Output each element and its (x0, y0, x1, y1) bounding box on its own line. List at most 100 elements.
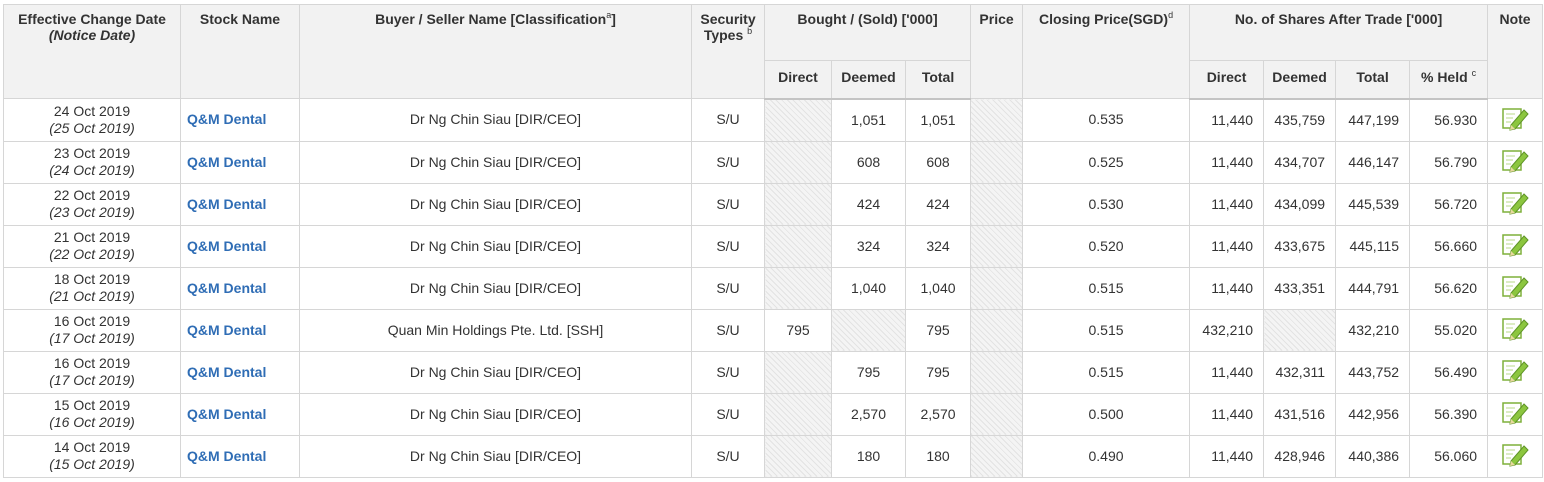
cell-security-type: S/U (691, 266, 765, 310)
cell-buyer-seller: Dr Ng Chin Siau [DIR/CEO] (299, 434, 692, 478)
cell-effective-date: 18 Oct 2019 (21 Oct 2019) (3, 266, 181, 310)
edit-pencil-icon[interactable] (1501, 146, 1529, 178)
cell-shares-deemed: 434,707 (1263, 140, 1337, 184)
header-stock-name[interactable]: Stock Name (180, 4, 300, 99)
cell-closing-price: 0.515 (1022, 350, 1191, 394)
cell-shares-deemed (1263, 308, 1337, 352)
cell-security-type: S/U (691, 224, 765, 268)
cell-closing-price: 0.500 (1022, 392, 1191, 436)
cell-effective-date: 15 Oct 2019 (16 Oct 2019) (3, 392, 181, 436)
cell-shares-direct: 11,440 (1189, 350, 1265, 394)
cell-bought-direct (764, 140, 832, 184)
cell-price (970, 392, 1024, 436)
cell-shares-direct: 11,440 (1189, 392, 1265, 436)
header-security-types[interactable]: Security Types b (691, 4, 765, 99)
stock-name-link[interactable]: Q&M Dental (180, 308, 300, 352)
stock-name-link[interactable]: Q&M Dental (180, 392, 300, 436)
edit-pencil-icon[interactable] (1501, 230, 1529, 262)
cell-bought-total: 324 (904, 224, 972, 268)
cell-note (1487, 140, 1544, 184)
header-note: Note (1487, 4, 1544, 99)
cell-shares-total: 442,956 (1335, 392, 1411, 436)
table-row: 16 Oct 2019 (17 Oct 2019) Q&M Dental Dr Ng … (3, 350, 1544, 394)
cell-bought-direct (764, 98, 832, 142)
edit-pencil-icon[interactable] (1501, 188, 1529, 220)
cell-shares-deemed: 431,516 (1263, 392, 1337, 436)
stock-name-link[interactable]: Q&M Dental (180, 182, 300, 226)
cell-bought-direct (764, 434, 832, 478)
cell-shares-deemed: 435,759 (1263, 98, 1337, 142)
header-shares-deemed[interactable]: Deemed (1263, 60, 1337, 100)
cell-shares-deemed: 433,351 (1263, 266, 1337, 310)
header-pct-held[interactable]: % Held c (1409, 60, 1489, 100)
header-effective-date[interactable]: Effective Change Date (Notice Date) (3, 4, 181, 99)
table-row: 22 Oct 2019 (23 Oct 2019) Q&M Dental Dr Ng … (3, 182, 1544, 226)
cell-bought-deemed: 1,051 (831, 98, 906, 142)
cell-effective-date: 22 Oct 2019 (23 Oct 2019) (3, 182, 181, 226)
stock-name-link[interactable]: Q&M Dental (180, 266, 300, 310)
cell-bought-deemed (831, 308, 906, 352)
cell-buyer-seller: Dr Ng Chin Siau [DIR/CEO] (299, 140, 692, 184)
header-closing-price[interactable]: Closing Price(SGD)d (1022, 4, 1191, 99)
header-shares-total[interactable]: Total (1335, 60, 1411, 100)
stock-name-link[interactable]: Q&M Dental (180, 434, 300, 478)
cell-effective-date: 14 Oct 2019 (15 Oct 2019) (3, 434, 181, 478)
cell-buyer-seller: Dr Ng Chin Siau [DIR/CEO] (299, 224, 692, 268)
cell-security-type: S/U (691, 350, 765, 394)
cell-note (1487, 392, 1544, 436)
cell-bought-deemed: 424 (831, 182, 906, 226)
header-bought-deemed[interactable]: Deemed (831, 60, 906, 100)
header-shares-direct[interactable]: Direct (1189, 60, 1265, 100)
cell-shares-total: 445,539 (1335, 182, 1411, 226)
cell-bought-direct: 795 (764, 308, 832, 352)
edit-pencil-icon[interactable] (1501, 104, 1529, 136)
cell-effective-date: 24 Oct 2019 (25 Oct 2019) (3, 98, 181, 142)
cell-note (1487, 266, 1544, 310)
cell-buyer-seller: Dr Ng Chin Siau [DIR/CEO] (299, 182, 692, 226)
cell-effective-date: 21 Oct 2019 (22 Oct 2019) (3, 224, 181, 268)
cell-shares-total: 440,386 (1335, 434, 1411, 478)
cell-shares-total: 447,199 (1335, 98, 1411, 142)
stock-name-link[interactable]: Q&M Dental (180, 224, 300, 268)
cell-note (1487, 182, 1544, 226)
cell-price (970, 182, 1024, 226)
table-row: 18 Oct 2019 (21 Oct 2019) Q&M Dental Dr Ng … (3, 266, 1544, 310)
cell-note (1487, 350, 1544, 394)
header-price[interactable]: Price (970, 4, 1024, 99)
edit-pencil-icon[interactable] (1501, 440, 1529, 472)
header-buyer-seller[interactable]: Buyer / Seller Name [Classificationa] (299, 4, 692, 99)
cell-pct-held: 56.790 (1409, 140, 1489, 184)
cell-bought-deemed: 324 (831, 224, 906, 268)
cell-buyer-seller: Dr Ng Chin Siau [DIR/CEO] (299, 350, 692, 394)
edit-pencil-icon[interactable] (1501, 272, 1529, 304)
edit-pencil-icon[interactable] (1501, 356, 1529, 388)
table-row: 23 Oct 2019 (24 Oct 2019) Q&M Dental Dr Ng … (3, 140, 1544, 184)
cell-security-type: S/U (691, 140, 765, 184)
edit-pencil-icon[interactable] (1501, 398, 1529, 430)
edit-pencil-icon[interactable] (1501, 314, 1529, 346)
cell-closing-price: 0.515 (1022, 266, 1191, 310)
stock-name-link[interactable]: Q&M Dental (180, 98, 300, 142)
table-row: 14 Oct 2019 (15 Oct 2019) Q&M Dental Dr Ng … (3, 434, 1544, 478)
cell-bought-deemed: 180 (831, 434, 906, 478)
cell-security-type: S/U (691, 392, 765, 436)
cell-note (1487, 308, 1544, 352)
header-bought-total[interactable]: Total (904, 60, 972, 100)
cell-bought-total: 608 (904, 140, 972, 184)
cell-pct-held: 56.390 (1409, 392, 1489, 436)
header-bought-direct[interactable]: Direct (764, 60, 832, 100)
cell-bought-deemed: 795 (831, 350, 906, 394)
cell-closing-price: 0.520 (1022, 224, 1191, 268)
cell-bought-total: 424 (904, 182, 972, 226)
stock-name-link[interactable]: Q&M Dental (180, 140, 300, 184)
cell-bought-total: 180 (904, 434, 972, 478)
cell-price (970, 224, 1024, 268)
cell-shares-deemed: 434,099 (1263, 182, 1337, 226)
stock-name-link[interactable]: Q&M Dental (180, 350, 300, 394)
cell-price (970, 266, 1024, 310)
cell-pct-held: 56.660 (1409, 224, 1489, 268)
cell-shares-direct: 11,440 (1189, 182, 1265, 226)
cell-bought-total: 1,051 (904, 98, 972, 142)
cell-shares-total: 446,147 (1335, 140, 1411, 184)
cell-security-type: S/U (691, 434, 765, 478)
